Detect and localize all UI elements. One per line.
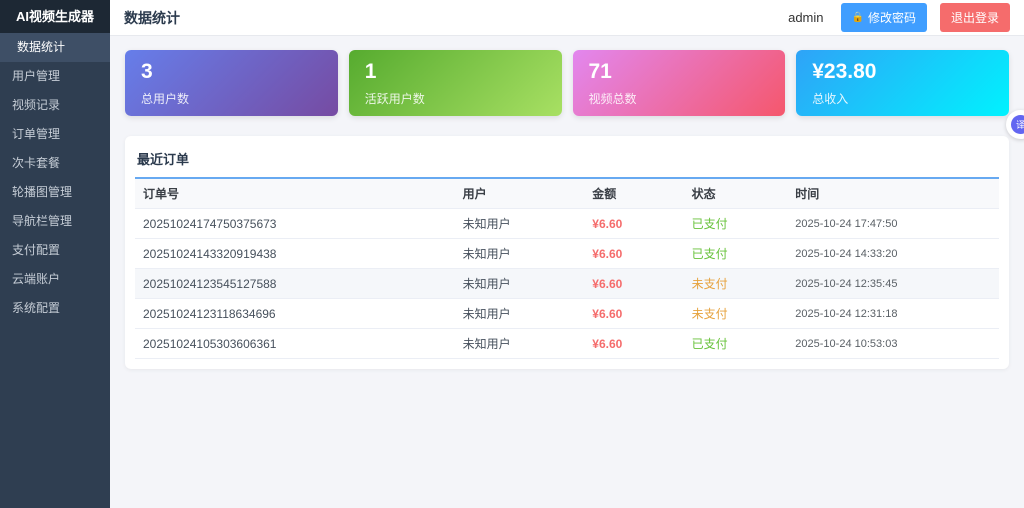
- sidebar-item[interactable]: 轮播图管理: [0, 178, 110, 207]
- sidebar-item[interactable]: 云端账户: [0, 265, 110, 294]
- amount-cell: ¥6.60: [584, 269, 683, 299]
- stat-label: 总收入: [812, 90, 993, 107]
- stat-label: 活跃用户数: [365, 90, 546, 107]
- sidebar-item[interactable]: 用户管理: [0, 62, 110, 91]
- amount-cell: ¥6.60: [584, 209, 683, 239]
- stat-label: 视频总数: [589, 90, 770, 107]
- logout-label: 退出登录: [951, 9, 999, 26]
- order-no-cell: 20251024105303606361: [135, 329, 455, 359]
- table-row: 20251024123118634696未知用户¥6.60未支付2025-10-…: [135, 299, 999, 329]
- table-row: 20251024174750375673未知用户¥6.60已支付2025-10-…: [135, 209, 999, 239]
- table-row: 20251024105303606361未知用户¥6.60已支付2025-10-…: [135, 329, 999, 359]
- app-logo-title: AI视频生成器: [0, 0, 110, 33]
- amount-cell: ¥6.60: [584, 299, 683, 329]
- stat-value: 1: [365, 60, 546, 84]
- user-cell: 未知用户: [455, 329, 585, 359]
- sidebar-item[interactable]: 视频记录: [0, 91, 110, 120]
- user-cell: 未知用户: [455, 269, 585, 299]
- sidebar-item[interactable]: 数据统计: [0, 33, 110, 62]
- amount-cell: ¥6.60: [584, 239, 683, 269]
- stat-value: 71: [589, 60, 770, 84]
- table-row: 20251024143320919438未知用户¥6.60已支付2025-10-…: [135, 239, 999, 269]
- status-cell: 未支付: [684, 269, 788, 299]
- content: 3 总用户数 1 活跃用户数 71 视频总数 ¥23.80 总收入 最近订单 订单号用户金额状…: [110, 36, 1024, 508]
- stat-card-total-users: 3 总用户数: [125, 50, 338, 116]
- stat-card-total-videos: 71 视频总数: [573, 50, 786, 116]
- change-password-label: 修改密码: [868, 9, 916, 26]
- time-cell: 2025-10-24 10:53:03: [787, 329, 999, 359]
- orders-header-row: 订单号用户金额状态时间: [135, 179, 999, 209]
- sidebar: AI视频生成器 数据统计用户管理视频记录订单管理次卡套餐轮播图管理导航栏管理支付…: [0, 0, 110, 508]
- username-label: admin: [788, 10, 823, 25]
- recent-orders-title: 最近订单: [135, 146, 999, 179]
- recent-orders-card: 最近订单 订单号用户金额状态时间 20251024174750375673未知用…: [125, 136, 1009, 369]
- order-no-cell: 20251024123118634696: [135, 299, 455, 329]
- topbar-actions: admin 🔒 修改密码 退出登录: [788, 3, 1010, 32]
- status-cell: 已支付: [684, 239, 788, 269]
- sidebar-item[interactable]: 次卡套餐: [0, 149, 110, 178]
- sidebar-item[interactable]: 导航栏管理: [0, 207, 110, 236]
- stat-card-active-users: 1 活跃用户数: [349, 50, 562, 116]
- stat-value: ¥23.80: [812, 60, 993, 84]
- time-cell: 2025-10-24 12:31:18: [787, 299, 999, 329]
- stat-cards: 3 总用户数 1 活跃用户数 71 视频总数 ¥23.80 总收入: [125, 50, 1009, 116]
- time-cell: 2025-10-24 17:47:50: [787, 209, 999, 239]
- app: AI视频生成器 数据统计用户管理视频记录订单管理次卡套餐轮播图管理导航栏管理支付…: [0, 0, 1024, 508]
- topbar: 数据统计 admin 🔒 修改密码 退出登录: [110, 0, 1024, 36]
- order-no-cell: 20251024143320919438: [135, 239, 455, 269]
- change-password-button[interactable]: 🔒 修改密码: [841, 3, 927, 32]
- order-no-cell: 20251024174750375673: [135, 209, 455, 239]
- orders-table: 订单号用户金额状态时间 20251024174750375673未知用户¥6.6…: [135, 179, 999, 359]
- time-cell: 2025-10-24 12:35:45: [787, 269, 999, 299]
- translate-icon: 译: [1011, 115, 1024, 134]
- sidebar-item[interactable]: 系统配置: [0, 294, 110, 323]
- time-cell: 2025-10-24 14:33:20: [787, 239, 999, 269]
- column-header: 用户: [455, 179, 585, 209]
- sidebar-menu: 数据统计用户管理视频记录订单管理次卡套餐轮播图管理导航栏管理支付配置云端账户系统…: [0, 33, 110, 323]
- column-header: 订单号: [135, 179, 455, 209]
- main-area: 数据统计 admin 🔒 修改密码 退出登录 3 总用户数 1 活跃用户数 71 视频总数…: [110, 0, 1024, 508]
- sidebar-item[interactable]: 订单管理: [0, 120, 110, 149]
- stat-value: 3: [141, 60, 322, 84]
- lock-icon: 🔒: [852, 13, 864, 23]
- user-cell: 未知用户: [455, 209, 585, 239]
- sidebar-item[interactable]: 支付配置: [0, 236, 110, 265]
- user-cell: 未知用户: [455, 299, 585, 329]
- status-cell: 已支付: [684, 209, 788, 239]
- logout-button[interactable]: 退出登录: [940, 3, 1010, 32]
- status-cell: 未支付: [684, 299, 788, 329]
- stat-label: 总用户数: [141, 90, 322, 107]
- column-header: 金额: [584, 179, 683, 209]
- orders-table-body: 20251024174750375673未知用户¥6.60已支付2025-10-…: [135, 209, 999, 359]
- status-cell: 已支付: [684, 329, 788, 359]
- column-header: 时间: [787, 179, 999, 209]
- column-header: 状态: [684, 179, 788, 209]
- stat-card-revenue: ¥23.80 总收入: [796, 50, 1009, 116]
- amount-cell: ¥6.60: [584, 329, 683, 359]
- user-cell: 未知用户: [455, 239, 585, 269]
- table-row: 20251024123545127588未知用户¥6.60未支付2025-10-…: [135, 269, 999, 299]
- page-title: 数据统计: [124, 8, 180, 28]
- order-no-cell: 20251024123545127588: [135, 269, 455, 299]
